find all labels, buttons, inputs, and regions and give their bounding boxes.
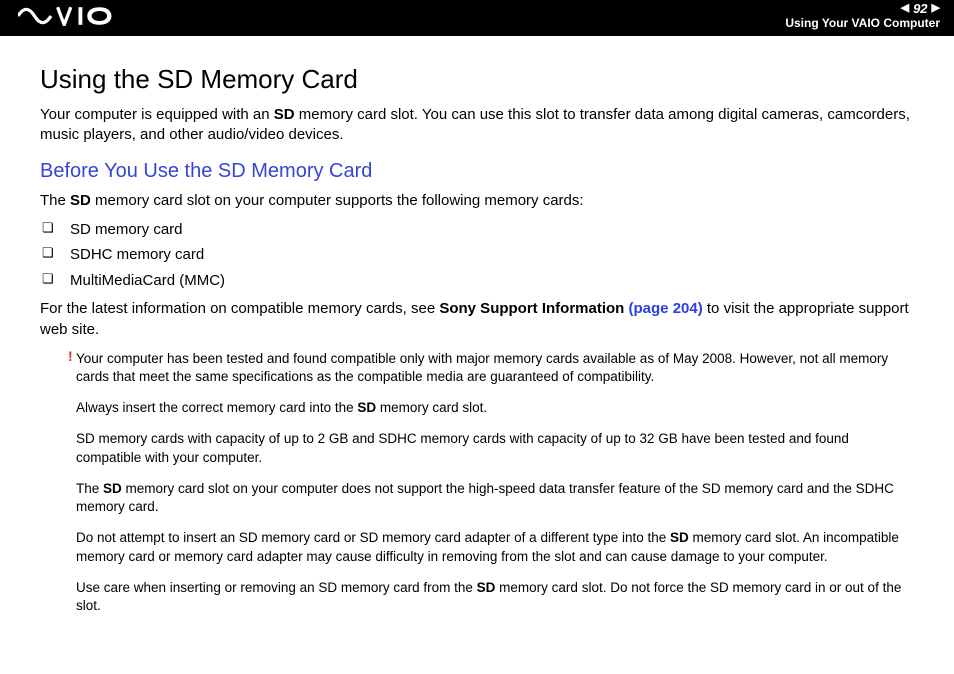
header-right: ◀ 92 ▶ Using Your VAIO Computer — [785, 0, 954, 30]
vaio-logo-icon — [18, 6, 128, 26]
prev-page-arrow-icon[interactable]: ◀ — [901, 3, 909, 14]
intro-paragraph: Your computer is equipped with an SD mem… — [40, 105, 914, 146]
support-link-label: Sony Support Information — [439, 300, 624, 317]
page-title: Using the SD Memory Card — [40, 64, 914, 95]
text-bold: SD — [477, 580, 496, 595]
warning-icon: ! — [68, 348, 73, 364]
next-page-arrow-icon[interactable]: ▶ — [932, 3, 940, 14]
breadcrumb: Using Your VAIO Computer — [785, 16, 940, 30]
vaio-logo — [0, 0, 128, 31]
text: Do not attempt to insert an SD memory ca… — [76, 530, 670, 545]
warning-text: SD memory cards with capacity of up to 2… — [76, 430, 914, 466]
list-item: SDHC memory card — [40, 242, 914, 268]
text: memory card slot. — [376, 400, 487, 415]
text: memory card slot on your computer suppor… — [91, 192, 584, 209]
text: For the latest information on compatible… — [40, 300, 439, 317]
page-reference-link[interactable]: (page 204) — [629, 300, 703, 317]
latest-info-paragraph: For the latest information on compatible… — [40, 299, 914, 340]
warning-text: Always insert the correct memory card in… — [76, 399, 914, 417]
warning-block: ! Your computer has been tested and foun… — [70, 350, 914, 615]
text-bold: SD — [70, 192, 91, 209]
warning-text: Your computer has been tested and found … — [76, 350, 914, 386]
text-bold: SD — [103, 481, 122, 496]
warning-text: Use care when inserting or removing an S… — [76, 579, 914, 615]
text: Use care when inserting or removing an S… — [76, 580, 477, 595]
warning-text: The SD memory card slot on your computer… — [76, 480, 914, 516]
text-bold: SD — [274, 106, 295, 123]
text: Your computer is equipped with an — [40, 106, 274, 123]
warning-text: Do not attempt to insert an SD memory ca… — [76, 529, 914, 565]
list-item: SD memory card — [40, 217, 914, 243]
page-content: Using the SD Memory Card Your computer i… — [0, 36, 954, 615]
header-bar: ◀ 92 ▶ Using Your VAIO Computer — [0, 0, 954, 36]
page-navigation: ◀ 92 ▶ — [785, 2, 940, 15]
text: memory card slot on your computer does n… — [76, 481, 894, 514]
list-item: MultiMediaCard (MMC) — [40, 268, 914, 294]
supported-cards-list: SD memory card SDHC memory card MultiMed… — [40, 217, 914, 294]
text-bold: SD — [357, 400, 376, 415]
section-subtitle: Before You Use the SD Memory Card — [40, 160, 914, 183]
page-number: 92 — [913, 2, 927, 15]
support-intro: The SD memory card slot on your computer… — [40, 191, 914, 211]
text: Always insert the correct memory card in… — [76, 400, 357, 415]
text: The — [76, 481, 103, 496]
text-bold: SD — [670, 530, 689, 545]
text: The — [40, 192, 70, 209]
